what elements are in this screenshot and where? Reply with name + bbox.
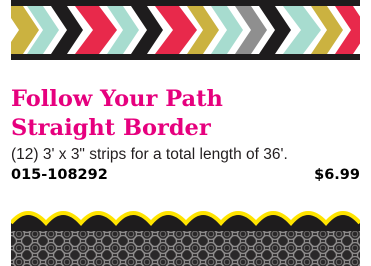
next-product-image (11, 199, 360, 266)
sku-price-row: 015-108292 $6.99 (11, 165, 360, 185)
product-title-line1: Follow Your Path (11, 86, 223, 112)
product-price: $6.99 (314, 167, 360, 183)
product-image (11, 0, 360, 60)
scalloped-border-image (11, 199, 360, 266)
chevron-border-image (11, 0, 360, 60)
product-sku: 015-108292 (11, 167, 108, 183)
product-title-line2: Straight Border (11, 115, 211, 141)
product-title: Follow Your Path Straight Border (11, 85, 363, 143)
product-description: (12) 3' x 3" strips for a total length o… (11, 146, 288, 163)
